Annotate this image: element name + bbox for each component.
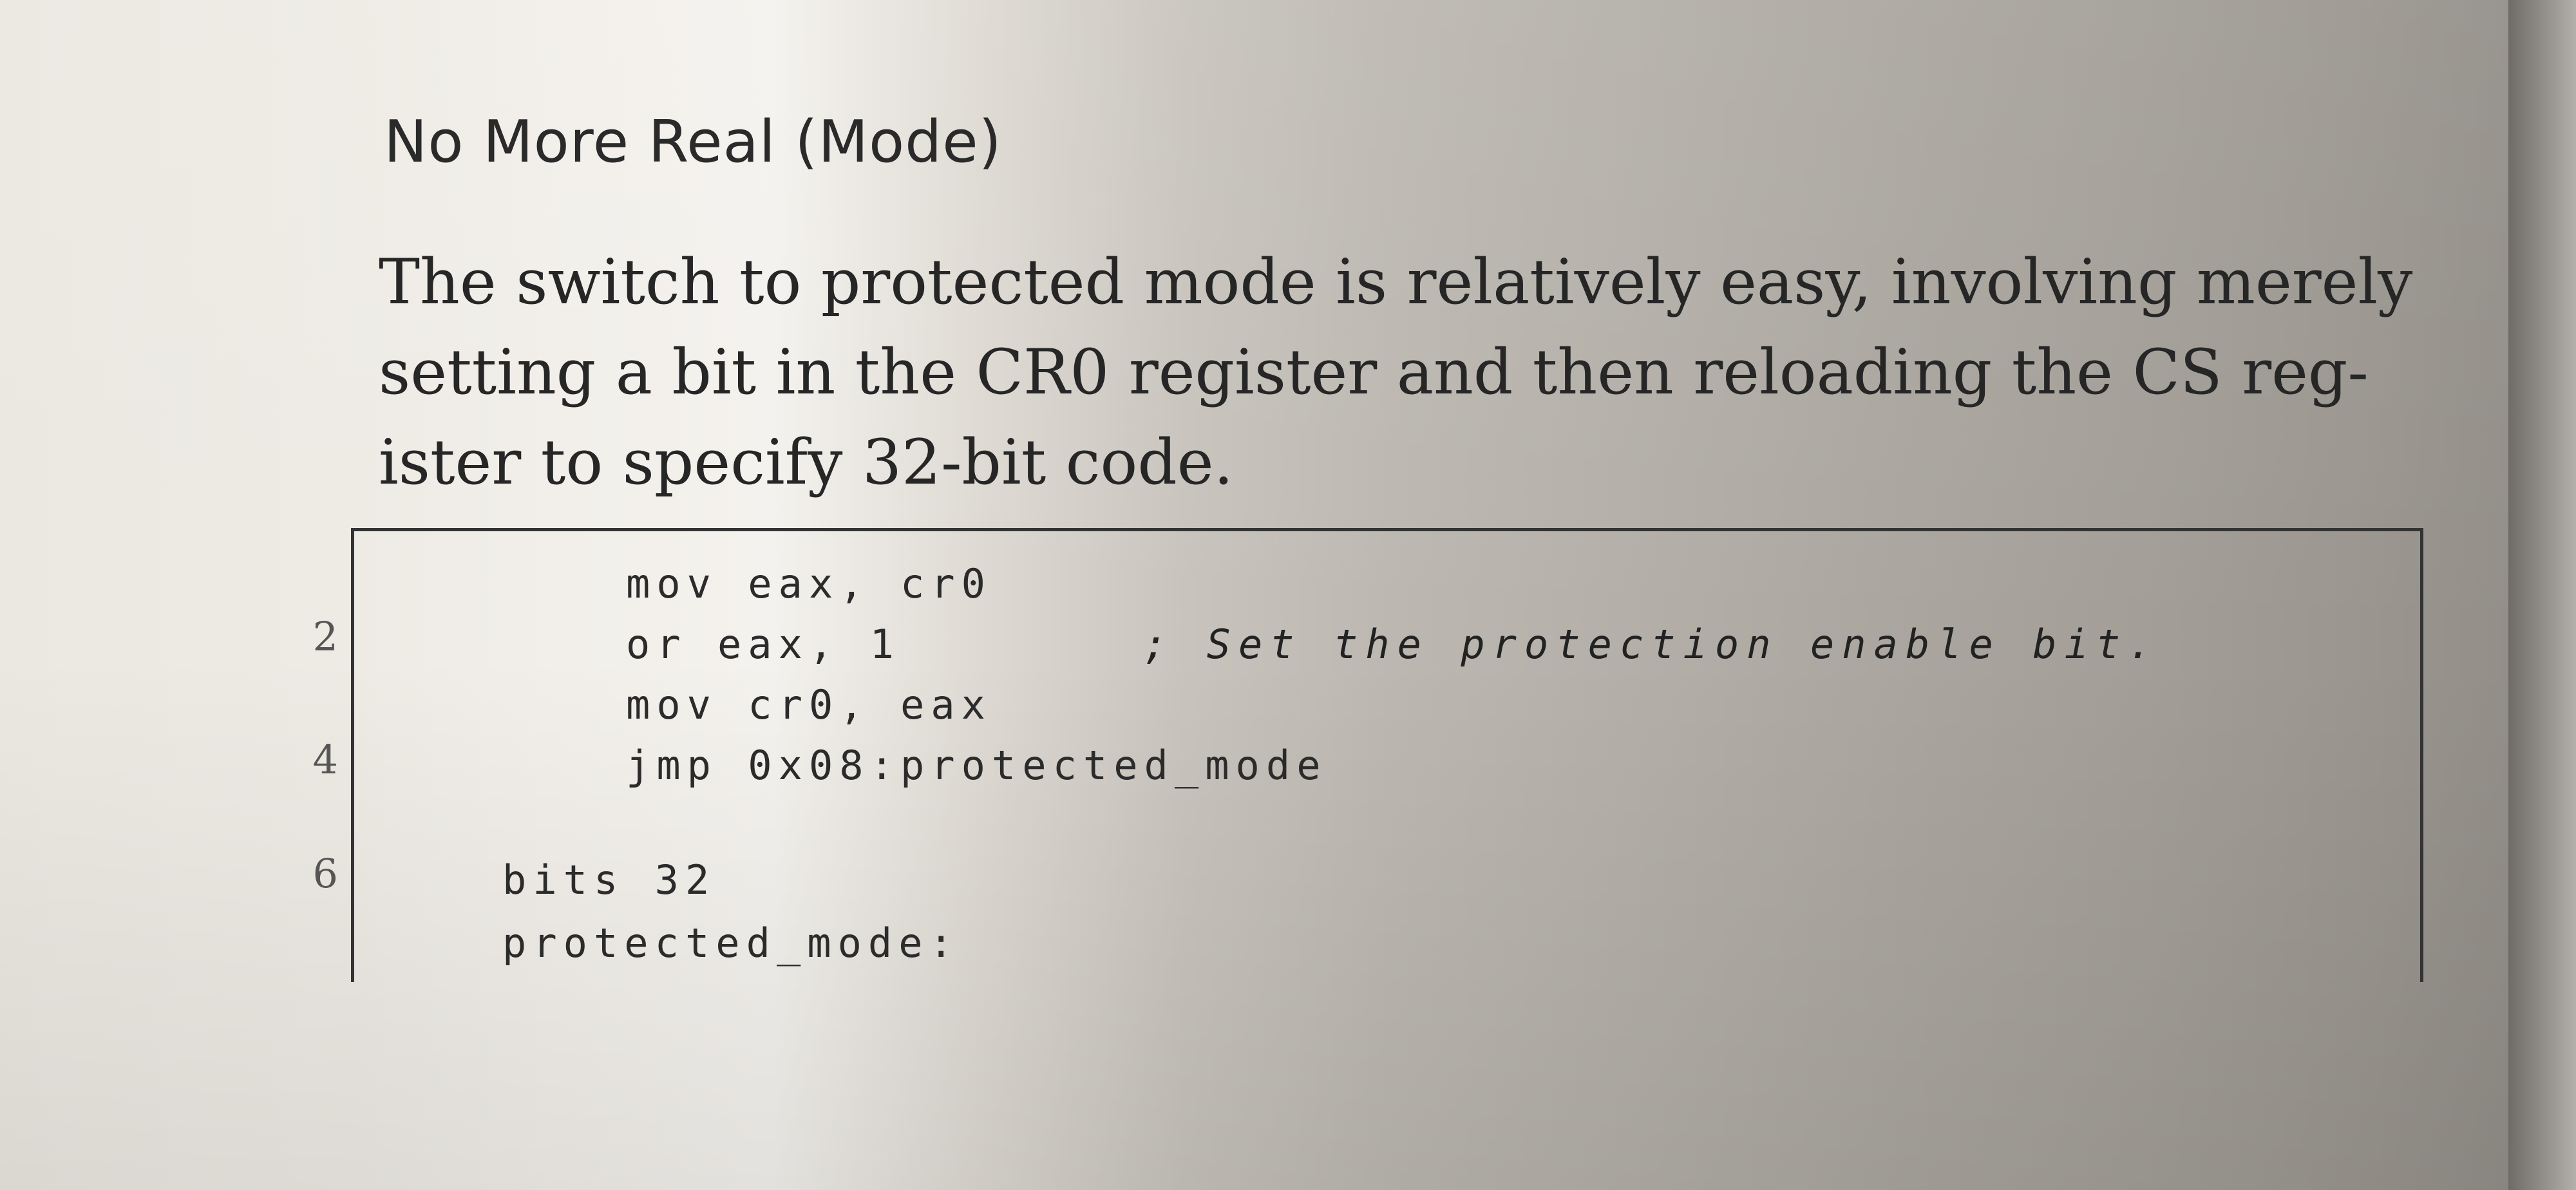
page-edge bbox=[2508, 0, 2576, 1190]
section-heading: No More Real (Mode) bbox=[384, 108, 1002, 176]
code-line: mov eax, cr0 bbox=[626, 560, 992, 607]
code-comment: ; Set the protection enable bit. bbox=[1143, 621, 2160, 668]
code-line: protected_mode: bbox=[502, 920, 960, 967]
book-page: No More Real (Mode) The switch to protec… bbox=[0, 0, 2576, 1190]
code-line: jmp 0x08:protected_mode bbox=[626, 742, 1327, 789]
paragraph-line: ister to specify 32-bit code. bbox=[379, 426, 1234, 498]
line-number: 6 bbox=[312, 850, 338, 897]
paragraph-line: setting a bit in the CR0 register and th… bbox=[379, 336, 2369, 408]
line-number: 4 bbox=[312, 736, 338, 783]
line-number: 2 bbox=[312, 613, 338, 660]
code-line: mov cr0, eax bbox=[626, 681, 992, 728]
code-line: or eax, 1 bbox=[626, 621, 900, 668]
paragraph-line: The switch to protected mode is relative… bbox=[379, 246, 2413, 318]
body-paragraph: The switch to protected mode is relative… bbox=[379, 237, 2414, 507]
code-line: bits 32 bbox=[502, 856, 716, 903]
